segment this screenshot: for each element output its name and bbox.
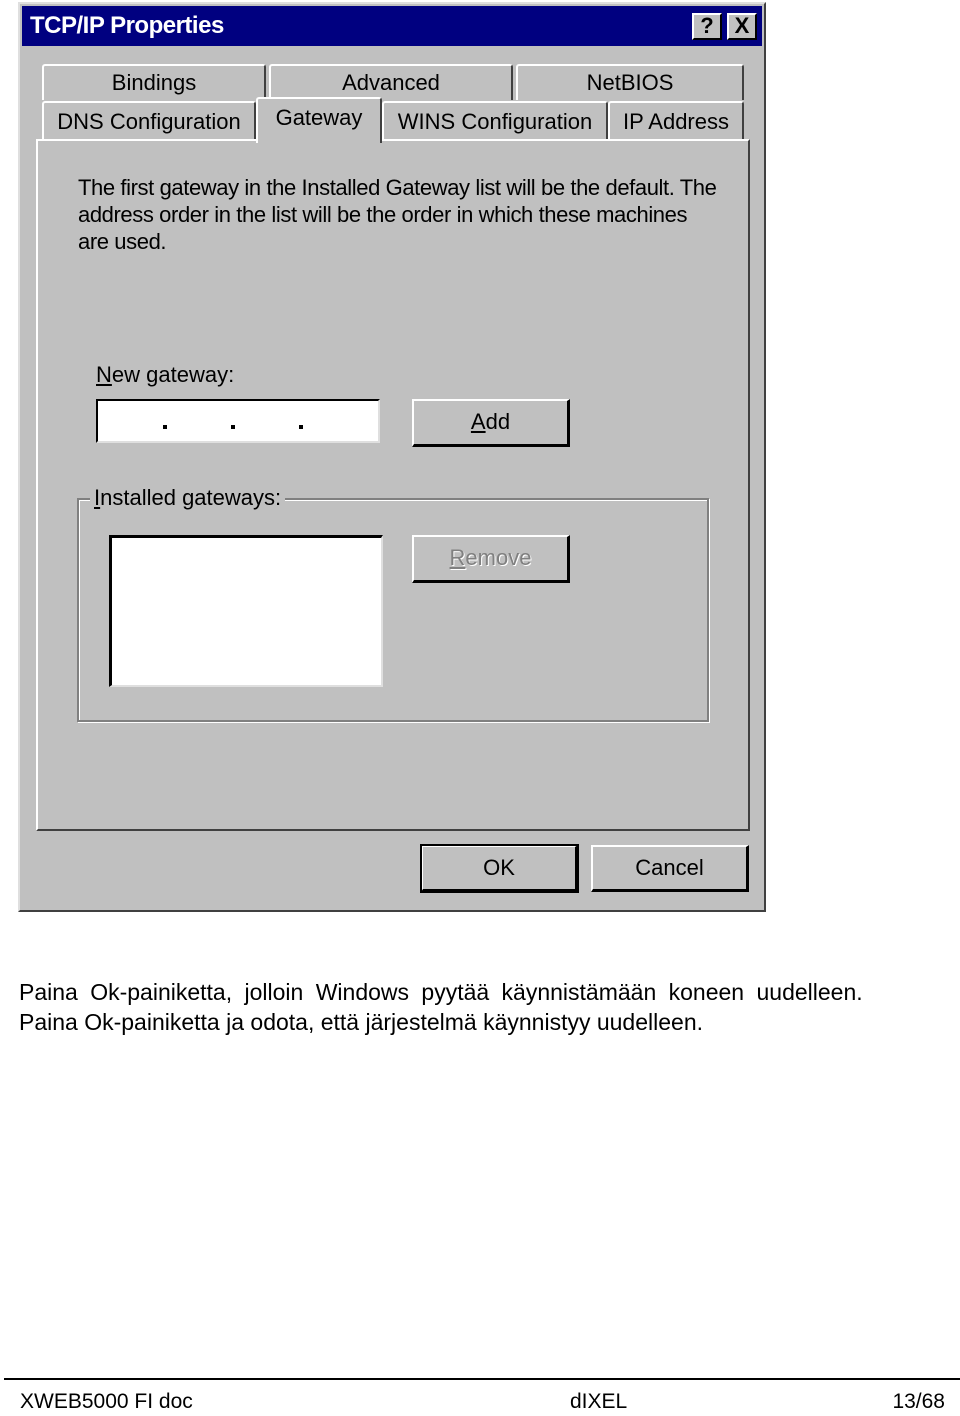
question-mark-icon: ? [700, 13, 714, 38]
cancel-button[interactable]: Cancel [591, 845, 749, 892]
footer-company: dIXEL [570, 1390, 628, 1413]
footer-page-number: 13/68 [892, 1390, 945, 1413]
instruction-paragraph-1: Paina Ok-painiketta, jolloin Windows pyy… [19, 979, 863, 1005]
title-bar[interactable]: TCP/IP Properties ? X [22, 6, 762, 46]
tab-wins-configuration[interactable]: WINS Configuration [382, 101, 608, 141]
tab-label: NetBIOS [586, 70, 674, 95]
close-icon: X [734, 13, 750, 38]
footer-document-name: XWEB5000 FI doc [20, 1390, 193, 1413]
installed-gateways-label: Installed gateways: [90, 485, 286, 511]
ok-button[interactable]: OK [420, 844, 579, 893]
ip-separator-dot [299, 425, 303, 429]
ip-separator-dot [163, 425, 167, 429]
footer-divider [4, 1378, 960, 1380]
remove-button[interactable]: Remove [412, 535, 570, 583]
tab-label: WINS Configuration [397, 109, 593, 134]
tab-bindings[interactable]: Bindings [42, 64, 266, 100]
instruction-paragraph-2: Paina Ok-painiketta ja odota, että järje… [19, 1009, 704, 1035]
cancel-button-label: Cancel [635, 855, 704, 880]
ip-separator-dot [231, 425, 235, 429]
ok-button-label: OK [483, 855, 515, 880]
tab-label: Advanced [342, 70, 440, 95]
tab-dns-configuration[interactable]: DNS Configuration [42, 101, 256, 141]
dialog-title: TCP/IP Properties [30, 12, 224, 39]
tab-label: DNS Configuration [57, 109, 241, 134]
tab-label: IP Address [623, 109, 729, 134]
add-button-label: Add [470, 409, 511, 434]
tab-ip-address[interactable]: IP Address [608, 101, 744, 141]
help-button[interactable]: ? [692, 13, 722, 40]
tab-advanced[interactable]: Advanced [269, 64, 513, 100]
remove-button-label: Remove [449, 545, 532, 570]
installed-gateways-list[interactable] [109, 535, 383, 687]
gateway-description: The first gateway in the Installed Gatew… [78, 175, 717, 254]
new-gateway-label: New gateway: [96, 362, 234, 388]
new-gateway-label-text: New gateway: [96, 362, 235, 387]
tab-gateway[interactable]: Gateway [256, 97, 382, 143]
new-gateway-ip-input[interactable] [96, 399, 380, 443]
tab-label: Bindings [111, 70, 197, 95]
tab-label: Gateway [275, 105, 363, 130]
add-button[interactable]: Add [412, 399, 570, 447]
close-button[interactable]: X [727, 13, 757, 40]
tab-netbios[interactable]: NetBIOS [516, 64, 744, 100]
